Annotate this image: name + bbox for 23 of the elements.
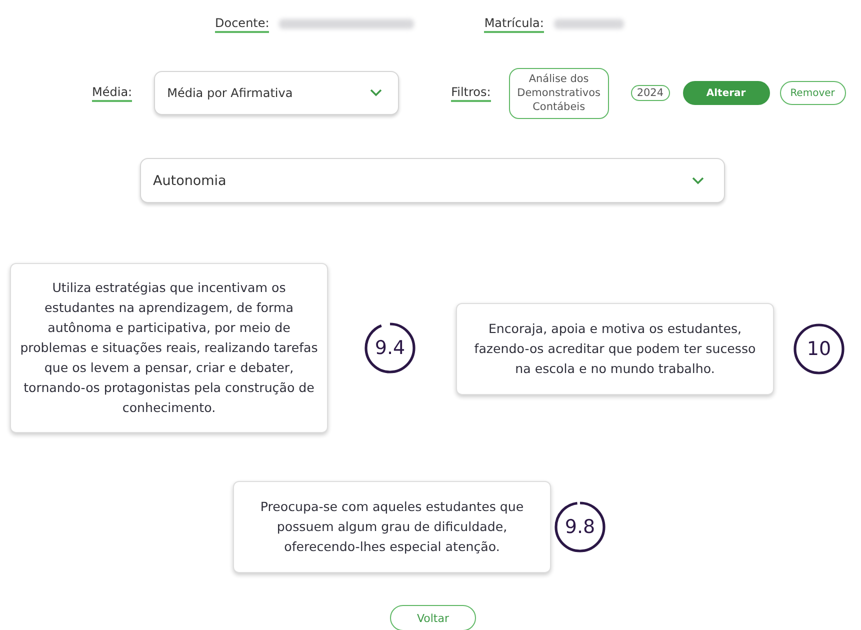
score-ring [792, 322, 846, 376]
score-value: 9.8 [564, 516, 596, 538]
enrollment-label: Matrícula: [484, 16, 544, 32]
statement-card: Encoraja, apoia e motiva os estudantes, fazendo-os acreditar que podem ter sucesso na escola e no mundo trabalho. [456, 303, 774, 395]
filter-chip: 2024 [630, 85, 670, 101]
change-button[interactable]: Alterar [682, 81, 770, 105]
statement-card: Utiliza estratégias que incentivam os estudantes na aprendizagem, de forma autônoma e participativa, por meio de problemas e situações reais, realizando tarefas que os levem a pensar, criar e debater, tornando-os protagonistas pela construção de conhecimento. [10, 263, 328, 433]
statement-card: Preocupa-se com aqueles estudantes que possuem algum grau de dificuldade, oferecendo-lhes especial atenção. [233, 481, 551, 573]
category-select[interactable]: Autonomia [140, 158, 725, 203]
remove-button[interactable]: Remover [780, 81, 846, 105]
chevron-down-icon [370, 89, 382, 97]
teacher-label: Docente: [215, 16, 270, 32]
filter-chip: Análise dos Demonstrativos Contábeis [508, 68, 609, 118]
score-ring [363, 321, 417, 375]
chevron-down-icon [692, 176, 704, 184]
blurred-text [554, 19, 624, 29]
score-value: 9.4 [374, 337, 406, 359]
average-select[interactable]: Média por Afirmativa [154, 71, 400, 115]
filters-label: Filtros: [451, 84, 491, 102]
average-label: Média: [92, 84, 132, 102]
back-button[interactable]: Voltar [390, 605, 476, 630]
score-ring [553, 500, 607, 554]
score-value: 10 [806, 338, 832, 360]
